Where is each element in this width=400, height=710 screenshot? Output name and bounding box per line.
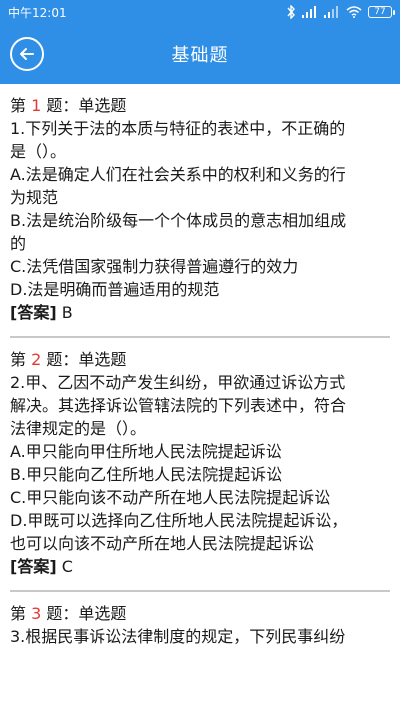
- signal-icon-2: [324, 6, 340, 18]
- divider: [10, 590, 390, 592]
- question-header: 第 2 题：单选题: [10, 350, 127, 369]
- answer-label: [答案]: [10, 557, 57, 576]
- arrow-left-icon: [20, 48, 34, 60]
- question-stem: 1.下列关于法的本质与特征的表述中，不正确的: [10, 119, 346, 138]
- signal-icon: [302, 6, 318, 18]
- option-a[interactable]: A.甲只能向甲住所地人民法院提起诉讼: [10, 440, 390, 463]
- option-b[interactable]: B.法是统治阶级每一个个体成员的意志相加组成: [10, 209, 390, 232]
- status-time: 中午12:01: [8, 5, 67, 20]
- option-d-cont[interactable]: 也可以向该不动产所在地人民法院提起诉讼: [10, 532, 390, 555]
- question-number: 2: [31, 350, 42, 369]
- answer-line: [答案] B: [10, 301, 390, 324]
- wifi-icon: [346, 6, 362, 18]
- question-list: 第 1 题：单选题 1.下列关于法的本质与特征的表述中，不正确的 是（）。 A.…: [0, 84, 400, 648]
- status-bar: 中午12:01 77: [0, 0, 400, 24]
- status-icons: 77: [286, 5, 395, 19]
- answer-label: [答案]: [10, 303, 57, 322]
- question-stem: 是（）。: [10, 142, 67, 161]
- question-stem: 解决。其选择诉讼管辖法院的下列表述中，符合: [10, 396, 347, 415]
- option-d[interactable]: D.法是明确而普遍适用的规范: [10, 278, 390, 301]
- divider: [10, 336, 390, 338]
- back-button[interactable]: [10, 37, 44, 71]
- question-stem: 2.甲、乙因不动产发生纠纷，甲欲通过诉讼方式: [10, 373, 346, 392]
- question-stem: 法律规定的是（）。: [10, 419, 147, 438]
- answer-line: [答案] C: [10, 555, 390, 578]
- answer-value: B: [56, 303, 73, 322]
- option-d[interactable]: D.甲既可以选择向乙住所地人民法院提起诉讼，: [10, 509, 390, 532]
- page-title: 基础题: [171, 45, 229, 66]
- option-a[interactable]: A.法是确定人们在社会关系中的权利和义务的行: [10, 163, 390, 186]
- option-a-cont[interactable]: 为规范: [10, 186, 390, 209]
- question-header: 第 1 题：单选题: [10, 96, 127, 115]
- question-number: 1: [31, 96, 42, 115]
- question-2: 第 2 题：单选题 2.甲、乙因不动产发生纠纷，甲欲通过诉讼方式 解决。其选择诉…: [10, 348, 390, 578]
- question-header: 第 3 题：单选题: [10, 604, 127, 623]
- question-3: 第 3 题：单选题 3.根据民事诉讼法律制度的规定，下列民事纠纷: [10, 602, 390, 648]
- option-c[interactable]: C.法凭借国家强制力获得普遍遵行的效力: [10, 255, 390, 278]
- question-1: 第 1 题：单选题 1.下列关于法的本质与特征的表述中，不正确的 是（）。 A.…: [10, 94, 390, 324]
- app-bar: 基础题: [0, 24, 400, 84]
- bluetooth-icon: [286, 5, 296, 19]
- option-b-cont[interactable]: 的: [10, 232, 390, 255]
- battery-icon: 77: [368, 6, 395, 18]
- option-c[interactable]: C.甲只能向该不动产所在地人民法院提起诉讼: [10, 486, 390, 509]
- question-number: 3: [31, 604, 42, 623]
- question-stem: 3.根据民事诉讼法律制度的规定，下列民事纠纷: [10, 627, 346, 646]
- answer-value: C: [56, 557, 73, 576]
- option-b[interactable]: B.甲只能向乙住所地人民法院提起诉讼: [10, 463, 390, 486]
